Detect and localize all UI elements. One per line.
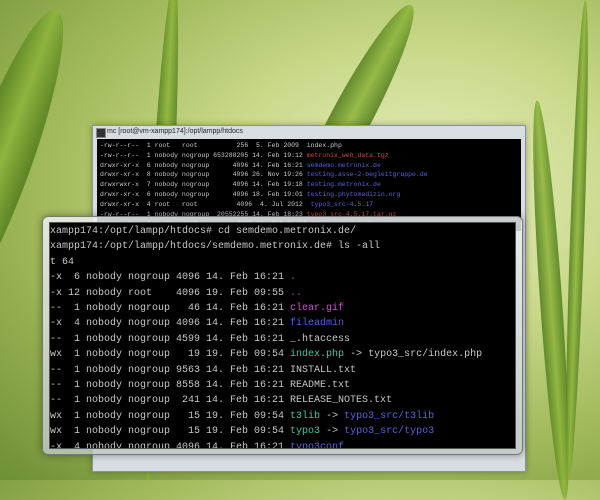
file-name: typo3_src-4.5.17 [310,200,374,208]
line-meta: t 64 [50,256,75,268]
file-name: .. [290,287,303,299]
terminal-line: drwxr-xr-x 8 nobody nogroup 4096 26. Nov… [100,170,518,180]
file-name: index.php [290,349,345,361]
line-meta: drwxr-xr-x 8 nobody nogroup 4096 26. Nov… [100,171,307,179]
terminal-line: -x 4 nobody nogroup 4096 14. Feb 16:21 f… [50,316,515,331]
line-meta: xampp174:/opt/lampp/htdocs/semdemo.metro… [50,241,381,253]
terminal-line: wx 1 nobody nogroup 15 19. Feb 09:54 t3l… [50,409,515,424]
link-arrow: -> [320,410,345,422]
line-meta: wx 1 nobody nogroup 15 19. Feb 09:54 [50,410,291,422]
link-target: typo3_src/typo3 [344,426,435,438]
terminal-line: -- 1 nobody nogroup 46 14. Feb 16:21 cle… [50,301,515,316]
line-meta: -x 4 nobody nogroup 4096 14. Feb 16:21 [50,318,291,330]
line-meta: drwxr-xr-x 6 nobody nogroup 4096 14. Feb… [100,161,307,169]
line-meta: -- 1 nobody nogroup 46 14. Feb 16:21 [50,303,291,315]
file-name: testing.asse-2-begleitgruppe.de [306,171,428,179]
line-meta: -- 1 nobody nogroup 8558 14. Feb 16:21 [50,380,291,392]
terminal-line: xampp174:/opt/lampp/htdocs# cd semdemo.m… [50,224,515,239]
terminal-line: drwxr-xr-x 6 nobody nogroup 4096 14. Feb… [100,161,518,171]
terminal-line: -- 1 nobody nogroup 4599 14. Feb 16:21 _… [50,332,515,347]
terminal-line: wx 1 nobody nogroup 19 19. Feb 09:54 ind… [50,347,515,362]
file-name: t3lib [290,410,321,422]
window-title: mc [root@vm-xampp174]:/opt/lampp/htdocs [107,128,243,135]
terminal-line: -- 1 nobody nogroup 9563 14. Feb 16:21 I… [50,363,515,378]
terminal-line: drwxr-xr-x 4 root root 4096 4. Jul 2012 … [100,200,518,210]
file-name: . [290,272,297,284]
file-name: index.php [306,142,342,149]
terminal-output[interactable]: xampp174:/opt/lampp/htdocs# cd semdemo.m… [49,222,516,449]
file-name: README.txt [290,380,351,392]
line-meta: -rw-r--r-- 1 nobody nogroup 653288205 14… [100,151,307,159]
grass-blade [561,0,593,481]
link-target: typo3_src/index.php [368,349,483,361]
file-name: semdemo.metronix.de [306,161,381,169]
file-name: INSTALL.txt [290,364,357,376]
line-meta: wx 1 nobody nogroup 19 19. Feb 09:54 [50,349,291,361]
terminal-line: -- 1 nobody nogroup 241 14. Feb 16:21 RE… [50,393,515,408]
file-name: typo3 [290,426,321,438]
file-name: fileadmin [290,318,345,330]
link-arrow: -> [320,426,345,438]
title-bar[interactable]: mc [root@vm-xampp174]:/opt/lampp/htdocs [93,126,525,138]
line-meta: drwxrwxr-x 7 nobody nogroup 4096 14. Feb… [100,181,307,189]
line-meta: -- 1 nobody nogroup 9563 14. Feb 16:21 [50,364,291,376]
line-meta: -- 1 nobody nogroup 4599 14. Feb 16:21 [50,333,291,345]
terminal-line: -- 1 nobody nogroup 8558 14. Feb 16:21 R… [50,378,515,393]
file-name: testing.metronix.de [306,181,381,189]
line-meta: -x 4 nobody nogroup 4096 14. Feb 16:21 [50,441,291,449]
file-name: RELEASE_NOTES.txt [290,395,393,407]
terminal-line: wx 1 nobody nogroup 15 19. Feb 09:54 typ… [50,424,515,439]
line-meta: xampp174:/opt/lampp/htdocs# cd semdemo.m… [50,226,357,237]
terminal-line: -rw-r--r-- 1 root root 256 5. Feb 2009 i… [100,141,518,151]
terminal-line: -x 12 nobody root 4096 19. Feb 09:55 .. [50,286,515,301]
terminal-line: -x 6 nobody nogroup 4096 14. Feb 16:21 . [50,270,515,285]
line-meta: -rw-r--r-- 1 root root 256 5. Feb 2009 [100,142,307,149]
terminal-line: -x 4 nobody nogroup 4096 14. Feb 16:21 t… [50,440,515,449]
line-meta: drwxr-xr-x 6 nobody nogroup 4096 18. Feb… [100,190,307,198]
file-name: clear.gif [290,303,345,315]
terminal-line: t 64 [50,255,515,270]
terminal-line: drwxr-xr-x 6 nobody nogroup 4096 18. Feb… [100,190,518,200]
link-arrow: -> [344,349,369,361]
file-name: metronix_web_data.tgz [306,151,389,159]
line-meta: wx 1 nobody nogroup 15 19. Feb 09:54 [50,426,291,438]
line-meta: -x 12 nobody root 4096 19. Feb 09:55 [50,287,291,299]
terminal-line: drwxrwxr-x 7 nobody nogroup 4096 14. Feb… [100,180,518,190]
file-name: testing.phytomedizin.org [306,190,401,198]
line-meta: -- 1 nobody nogroup 241 14. Feb 16:21 [50,395,291,407]
terminal-icon [96,128,106,138]
line-meta: -x 6 nobody nogroup 4096 14. Feb 16:21 [50,272,291,284]
file-name: typo3conf [290,441,345,449]
terminal-line: xampp174:/opt/lampp/htdocs/semdemo.metro… [50,239,515,254]
foreground-terminal-window[interactable]: xampp174:/opt/lampp/htdocs# cd semdemo.m… [42,216,523,455]
terminal-line: -rw-r--r-- 1 nobody nogroup 653288205 14… [100,151,518,161]
file-name: _.htaccess [290,333,351,345]
line-meta: drwxr-xr-x 4 root root 4096 4. Jul 2012 [100,200,311,208]
link-target: typo3_src/t3lib [344,410,435,422]
